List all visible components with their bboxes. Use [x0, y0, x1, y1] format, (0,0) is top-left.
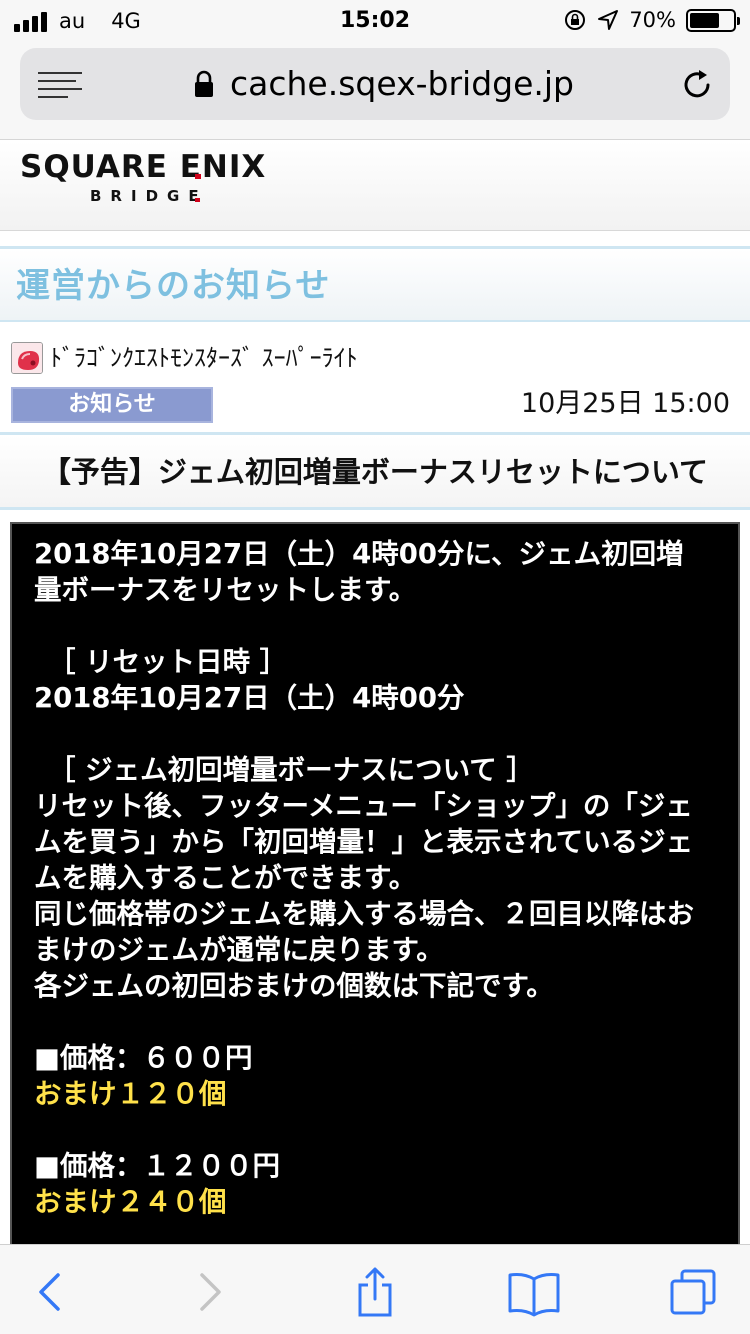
reload-icon[interactable] — [680, 68, 714, 102]
square-enix-logo[interactable]: SQUARE ENIX — [20, 149, 266, 185]
section-header: 運営からのお知らせ — [0, 246, 750, 322]
back-icon[interactable] — [26, 1267, 76, 1317]
price-line: ■価格：１２００円 — [34, 1150, 280, 1182]
rotation-lock-icon — [565, 10, 586, 30]
status-right: 70% — [563, 7, 740, 33]
site-header: SQUARE ENIX BRIDGE — [0, 141, 750, 231]
post-date: 10月25日 15:00 — [520, 388, 730, 419]
body-subheading: ［ ジェム初回増量ボーナスについて ］ — [48, 754, 534, 786]
article-body: 2018年10月27日（土）4時00分に、ジェム初回増 量ボーナスをリセットしま… — [10, 522, 740, 1282]
bonus-line: おまけ２４０個 — [34, 1186, 227, 1218]
article-title-bar: 【予告】ジェム初回増量ボーナスリセットについて — [0, 432, 750, 510]
body-line: 各ジェムの初回おまけの個数は下記です。 — [34, 970, 554, 1002]
game-app-icon — [11, 342, 43, 374]
body-line: 2018年10月27日（土）4時00分に、ジェム初回増 — [34, 538, 684, 570]
location-icon — [598, 10, 619, 30]
reader-menu-icon[interactable] — [38, 72, 82, 98]
battery-level — [690, 12, 720, 28]
body-subheading: ［ リセット日時 ］ — [48, 646, 288, 678]
game-name: ﾄﾞﾗｺﾞﾝｸｴｽﾄﾓﾝｽﾀｰｽﾞ ｽｰﾊﾟｰﾗｲﾄ — [50, 344, 358, 372]
browser-address-bar: cache.sqex-bridge.jp — [0, 40, 750, 140]
battery-percentage: 70% — [629, 8, 676, 32]
share-icon[interactable] — [350, 1267, 400, 1317]
url-field[interactable]: cache.sqex-bridge.jp — [20, 48, 730, 120]
browser-toolbar — [0, 1244, 750, 1334]
game-row: ﾄﾞﾗｺﾞﾝｸｴｽﾄﾓﾝｽﾀｰｽﾞ ｽｰﾊﾟｰﾗｲﾄ — [0, 340, 750, 380]
price-line: ■価格：６００円 — [34, 1042, 253, 1074]
section-title: 運営からのお知らせ — [16, 266, 331, 306]
body-line: 同じ価格帯のジェムを購入する場合、２回目以降はお — [34, 898, 694, 930]
bonus-line: おまけ１２０個 — [34, 1078, 227, 1110]
bridge-logo-text: BRIDGE — [90, 187, 208, 205]
tabs-icon[interactable] — [668, 1267, 718, 1317]
body-line: ムを購入することができます。 — [34, 862, 417, 894]
status-bar: au 4G 15:02 70% — [0, 0, 750, 40]
category-badge: お知らせ — [11, 387, 213, 423]
body-line: リセット後、フッターメニュー「ショップ」の「ジェ — [34, 790, 693, 822]
battery-icon — [686, 8, 740, 32]
article-title: 【予告】ジェム初回増量ボーナスリセットについて — [41, 455, 709, 489]
forward-icon[interactable] — [184, 1267, 234, 1317]
article-body-text: 2018年10月27日（土）4時00分に、ジェム初回増 量ボーナスをリセットしま… — [34, 536, 724, 1220]
url-text: cache.sqex-bridge.jp — [230, 64, 575, 103]
body-line: ムを買う」から「初回増量！」と表示されているジェ — [34, 826, 694, 858]
body-line: 量ボーナスをリセットします。 — [34, 574, 417, 606]
body-line: まけのジェムが通常に戻ります。 — [34, 934, 444, 966]
bookmarks-icon[interactable] — [506, 1267, 562, 1317]
lock-icon — [195, 70, 213, 97]
body-line: 2018年10月27日（土）4時00分 — [34, 682, 465, 714]
